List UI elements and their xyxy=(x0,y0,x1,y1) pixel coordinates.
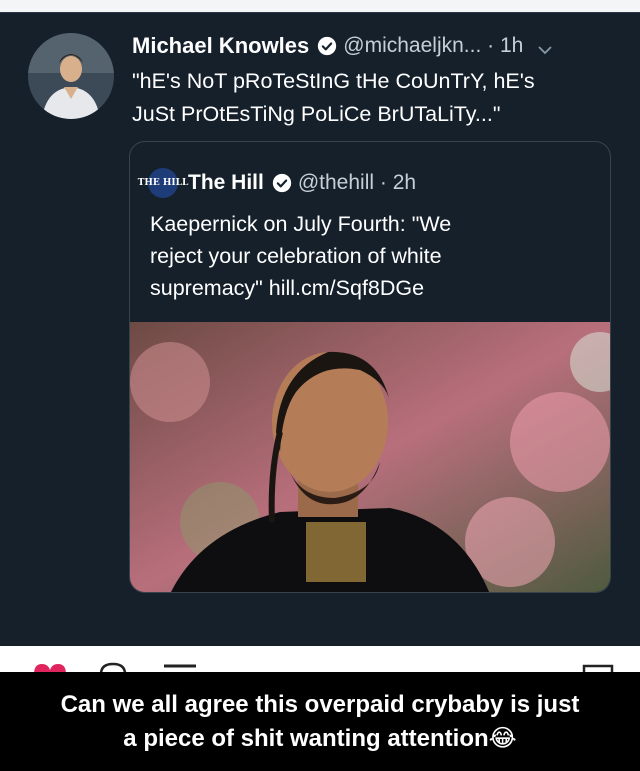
caption-line: Can we all agree this overpaid crybaby i… xyxy=(60,691,580,718)
quoted-text-line: Kaepernick on July Fourth: "We xyxy=(150,212,452,236)
author-handle[interactable]: @michaeljkn... · 1h xyxy=(343,34,523,58)
tweet-screen: Michael Knowles @michaeljkn... · 1h "hE'… xyxy=(0,12,640,646)
caption-line: a piece of shit wanting attention😂 xyxy=(123,725,517,752)
author-name[interactable]: Michael Knowles xyxy=(132,33,309,59)
avatar-photo xyxy=(28,33,114,119)
tweet-text-line: JuSt PrOtEsTiNg PoLiCe BrUTaLiTy..." xyxy=(132,102,501,126)
quoted-tweet-header: THE HILL The Hill @thehill · 2h xyxy=(138,168,416,198)
quoted-author-name[interactable]: The Hill xyxy=(188,171,264,195)
quoted-text-line: supremacy" hill.cm/Sqf8DGe xyxy=(150,276,425,300)
tweet-text: "hE's NoT pRoTeStInG tHe CoUnTrY, hE's J… xyxy=(132,65,632,131)
quoted-tweet-card[interactable]: THE HILL The Hill @thehill · 2h Kaeperni… xyxy=(129,141,611,593)
quoted-tweet-text: Kaepernick on July Fourth: "We reject yo… xyxy=(150,208,590,304)
quoted-tweet-photo[interactable] xyxy=(130,322,610,592)
the-hill-logo-icon[interactable]: THE HILL xyxy=(138,168,188,198)
quoted-author-handle[interactable]: @thehill · 2h xyxy=(298,171,416,195)
verified-badge-icon xyxy=(317,36,337,56)
tweet-header: Michael Knowles @michaeljkn... · 1h xyxy=(132,31,632,61)
chevron-down-icon[interactable] xyxy=(537,38,553,55)
tweet-text-line: "hE's NoT pRoTeStInG tHe CoUnTrY, hE's xyxy=(132,69,535,93)
meme-caption: Can we all agree this overpaid crybaby i… xyxy=(0,688,640,756)
verified-badge-icon xyxy=(272,173,292,193)
avatar[interactable] xyxy=(28,33,114,119)
top-strip xyxy=(0,0,640,12)
quoted-text-line: reject your celebration of white xyxy=(150,244,442,268)
